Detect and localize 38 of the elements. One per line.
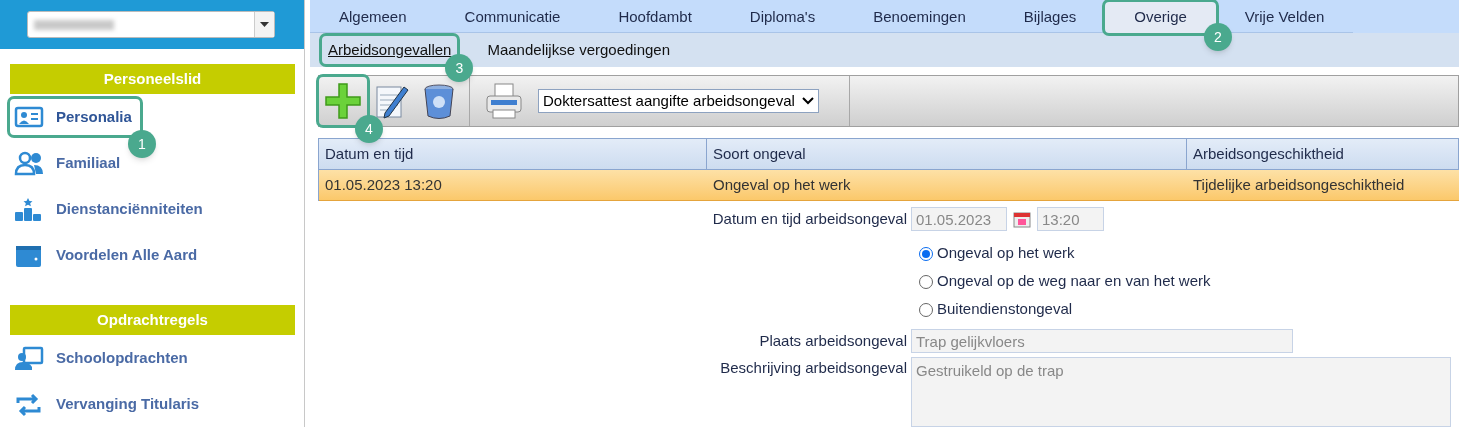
radio-label[interactable]: Ongeval op het werk	[937, 242, 1075, 265]
radio-label[interactable]: Ongeval op de weg naar en van het werk	[937, 270, 1211, 293]
sidebar-item[interactable]: Vervanging Titularis	[10, 386, 208, 422]
table-cell-text: 01.05.2023 13:20	[324, 174, 443, 195]
field-label: Beschrijving arbeidsongeval	[719, 358, 908, 378]
sidebar-item[interactable]: Voordelen Alle Aard	[10, 237, 206, 273]
podium-icon	[14, 196, 44, 222]
tab[interactable]: Algemeen	[310, 2, 436, 33]
tab[interactable]: Overige	[1105, 2, 1216, 33]
swap-icon	[14, 391, 44, 417]
radio-label[interactable]: Buitendienstongeval	[937, 298, 1073, 321]
sidebar-item[interactable]: Familiaal	[10, 145, 129, 181]
callout-badge: 1	[127, 130, 156, 158]
column-header[interactable]: Soort ongeval	[707, 139, 1187, 169]
printer-icon	[484, 81, 524, 121]
section-header: Opdrachtregels	[10, 305, 295, 335]
plus-icon	[323, 81, 363, 121]
id-card-icon	[14, 104, 44, 130]
dropdown-button[interactable]	[254, 12, 274, 37]
table-cell-text: Ongeval op het werk	[712, 174, 852, 195]
subtab[interactable]: Maandelijkse vergoedingen	[481, 36, 677, 64]
section-header: Personeelslid	[10, 64, 295, 94]
field-label: Datum en tijd arbeidsongeval	[711, 208, 908, 229]
column-header[interactable]: Arbeidsongeschiktheid	[1187, 139, 1459, 169]
sidebar-item[interactable]: Schoolopdrachten	[10, 340, 196, 376]
field-label: Plaats arbeidsongeval	[758, 330, 908, 351]
table-row[interactable]: 01.05.2023 13:20 Ongeval op het werk Tijdelijke arbeidsongeschiktheid	[319, 170, 1459, 201]
sidebar-item[interactable]: Dienstanciënniteiten	[10, 191, 211, 227]
calendar-icon	[1013, 210, 1031, 228]
caret-icon	[260, 22, 269, 27]
callout-badge: 4	[355, 115, 383, 143]
add-button[interactable]	[319, 77, 367, 125]
report-select[interactable]: Doktersattest aangifte arbeidsongeval	[538, 89, 819, 113]
table-cell-text: Tijdelijke arbeidsongeschiktheid	[1192, 174, 1406, 195]
teacher-icon	[14, 345, 44, 371]
column-header[interactable]: Datum en tijd	[319, 139, 707, 169]
people-icon	[14, 150, 44, 176]
chevron-down-icon	[802, 97, 814, 105]
